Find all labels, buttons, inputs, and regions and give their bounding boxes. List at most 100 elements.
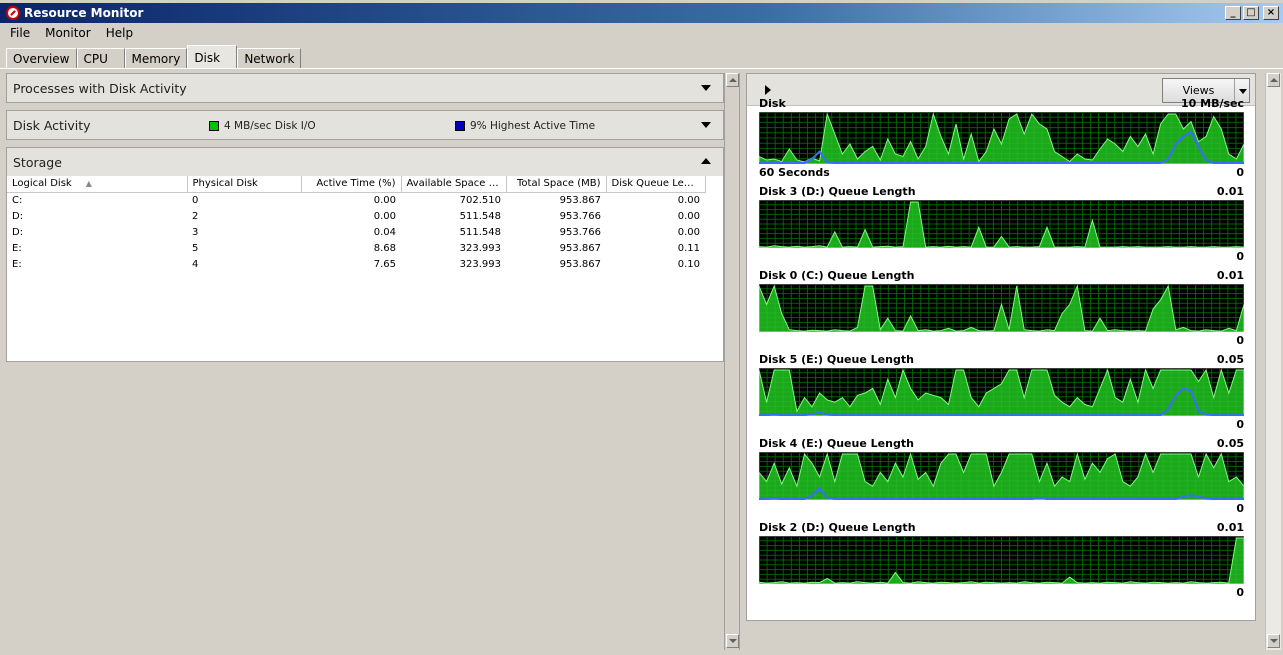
graphs-pane-scrollbar[interactable]	[1265, 73, 1281, 651]
resource-monitor-icon	[6, 6, 20, 20]
disk-0-c-queue-length-graph-max: 0.01	[1216, 269, 1244, 282]
left-pane-scrollbar[interactable]	[724, 73, 740, 651]
disk-3-d-queue-length-graph-max: 0.01	[1216, 185, 1244, 198]
window-title: Resource Monitor	[24, 6, 144, 20]
disk-graph-timespan: 60 Seconds	[759, 166, 830, 179]
expand-arrow-icon[interactable]	[765, 85, 771, 95]
cell-disk-queue-length: 0.00	[677, 194, 700, 206]
table-row[interactable]: E: 4 7.65 323.993 953.867 0.10	[7, 256, 705, 272]
cell-logical-disk: E:	[12, 258, 22, 270]
left-pane: Processes with Disk Activity Disk Activi…	[6, 73, 724, 651]
tab-cpu[interactable]: CPU	[76, 48, 125, 69]
minimize-button[interactable]: _	[1225, 6, 1241, 20]
scroll-up-button[interactable]	[726, 73, 739, 87]
tab-memory[interactable]: Memory	[124, 48, 188, 69]
disk-2-d-queue-length-graph	[759, 536, 1244, 584]
column-header-active-time[interactable]: Active Time (%)	[301, 176, 402, 193]
tab-overview[interactable]: Overview	[6, 48, 77, 69]
cell-total-space: 953.766	[559, 210, 601, 222]
menu-help[interactable]: Help	[96, 26, 138, 40]
column-header-total-space[interactable]: Total Space (MB)	[506, 176, 607, 193]
cell-physical-disk: 5	[192, 242, 199, 254]
table-row[interactable]: D: 3 0.04 511.548 953.766 0.00	[7, 224, 705, 240]
disk-2-d-queue-length-graph-max: 0.01	[1216, 521, 1244, 534]
disk-4-e-queue-length-graph-max: 0.05	[1216, 437, 1244, 450]
chevron-down-icon[interactable]	[701, 85, 711, 91]
table-row[interactable]: C: 0 0.00 702.510 953.867 0.00	[7, 192, 705, 208]
cell-logical-disk: C:	[12, 194, 23, 206]
column-header-physical-disk[interactable]: Physical Disk	[187, 176, 302, 193]
table-row[interactable]: E: 5 8.68 323.993 953.867 0.11	[7, 240, 705, 256]
cell-disk-queue-length: 0.00	[677, 226, 700, 238]
column-header-available-space[interactable]: Available Space (...	[401, 176, 507, 193]
scroll-down-button[interactable]	[1267, 634, 1280, 648]
menu-file[interactable]: File	[0, 26, 35, 40]
cell-disk-queue-length: 0.10	[677, 258, 700, 270]
chevron-up-icon[interactable]	[701, 158, 711, 164]
cell-disk-queue-length: 0.11	[677, 242, 700, 254]
disk-io-legend: 4 MB/sec Disk I/O	[209, 120, 316, 132]
graphs-pane-header: Views	[747, 74, 1255, 106]
cell-available-space: 702.510	[459, 194, 501, 206]
cell-total-space: 953.867	[559, 258, 601, 270]
menu-monitor[interactable]: Monitor	[35, 26, 96, 40]
cell-available-space: 323.993	[459, 242, 501, 254]
column-header-logical-disk[interactable]: Logical Disk ▲	[7, 176, 188, 193]
chevron-down-icon[interactable]	[701, 122, 711, 128]
disk-3-d-queue-length-graph-min: 0	[1236, 250, 1244, 263]
active-time-swatch	[455, 121, 465, 131]
active-time-label: 9% Highest Active Time	[470, 120, 596, 132]
storage-section-title: Storage	[13, 154, 62, 170]
cell-active-time: 0.00	[373, 210, 396, 222]
menu-bar: File Monitor Help	[0, 23, 138, 43]
disk-3-d-queue-length-graph-title: Disk 3 (D:) Queue Length	[759, 185, 916, 198]
disk-5-e-queue-length-graph-title: Disk 5 (E:) Queue Length	[759, 353, 914, 366]
disk-graph-max: 10 MB/sec	[1180, 97, 1244, 110]
column-header-disk-queue-length[interactable]: Disk Queue Length	[606, 176, 706, 193]
disk-io-label: 4 MB/sec Disk I/O	[224, 120, 316, 132]
cell-physical-disk: 3	[192, 226, 199, 238]
cell-physical-disk: 2	[192, 210, 199, 222]
cell-total-space: 953.766	[559, 226, 601, 238]
disk-graph-title: Disk	[759, 97, 786, 110]
processes-section-header[interactable]: Processes with Disk Activity	[6, 73, 724, 103]
cell-logical-disk: E:	[12, 242, 22, 254]
cell-total-space: 953.867	[559, 194, 601, 206]
disk-5-e-queue-length-graph-min: 0	[1236, 418, 1244, 431]
scroll-up-button[interactable]	[1267, 73, 1280, 87]
cell-active-time: 8.68	[373, 242, 396, 254]
storage-table-container: Logical Disk ▲ Physical Disk Active Time …	[6, 176, 724, 362]
cell-logical-disk: D:	[12, 226, 24, 238]
maximize-button[interactable]: □	[1243, 6, 1259, 20]
disk-graph-min: 0	[1236, 166, 1244, 179]
disk-2-d-queue-length-graph-title: Disk 2 (D:) Queue Length	[759, 521, 916, 534]
arrow-down-icon	[1270, 639, 1278, 643]
cell-disk-queue-length: 0.00	[677, 210, 700, 222]
arrow-up-icon	[729, 78, 737, 82]
table-row[interactable]: D: 2 0.00 511.548 953.766 0.00	[7, 208, 705, 224]
storage-table: Logical Disk ▲ Physical Disk Active Time …	[7, 176, 706, 272]
disk-activity-section-header[interactable]: Disk Activity 4 MB/sec Disk I/O 9% Highe…	[6, 110, 724, 140]
storage-section-header[interactable]: Storage	[6, 147, 724, 177]
resource-monitor-window: Resource Monitor _ □ × File Monitor Help…	[0, 0, 1283, 655]
title-bar: Resource Monitor _ □ ×	[0, 3, 1283, 23]
disk-5-e-queue-length-graph	[759, 368, 1244, 416]
disk-0-c-queue-length-graph	[759, 284, 1244, 332]
scroll-down-button[interactable]	[726, 634, 739, 648]
status-bar	[0, 650, 1283, 655]
tab-disk[interactable]: Disk	[187, 45, 238, 69]
close-button[interactable]: ×	[1263, 6, 1279, 20]
arrow-up-icon	[1270, 78, 1278, 82]
tab-strip: Overview CPU Memory Disk Network	[6, 45, 302, 69]
sort-ascending-icon: ▲	[85, 179, 92, 189]
disk-0-c-queue-length-graph-title: Disk 0 (C:) Queue Length	[759, 269, 915, 282]
arrow-down-icon	[729, 639, 737, 643]
active-time-legend: 9% Highest Active Time	[455, 120, 595, 132]
disk-graph	[759, 112, 1244, 164]
cell-active-time: 0.04	[373, 226, 396, 238]
disk-2-d-queue-length-graph-min: 0	[1236, 586, 1244, 599]
tab-network[interactable]: Network	[237, 48, 302, 69]
disk-4-e-queue-length-graph-title: Disk 4 (E:) Queue Length	[759, 437, 914, 450]
disk-0-c-queue-length-graph-min: 0	[1236, 334, 1244, 347]
cell-total-space: 953.867	[559, 242, 601, 254]
